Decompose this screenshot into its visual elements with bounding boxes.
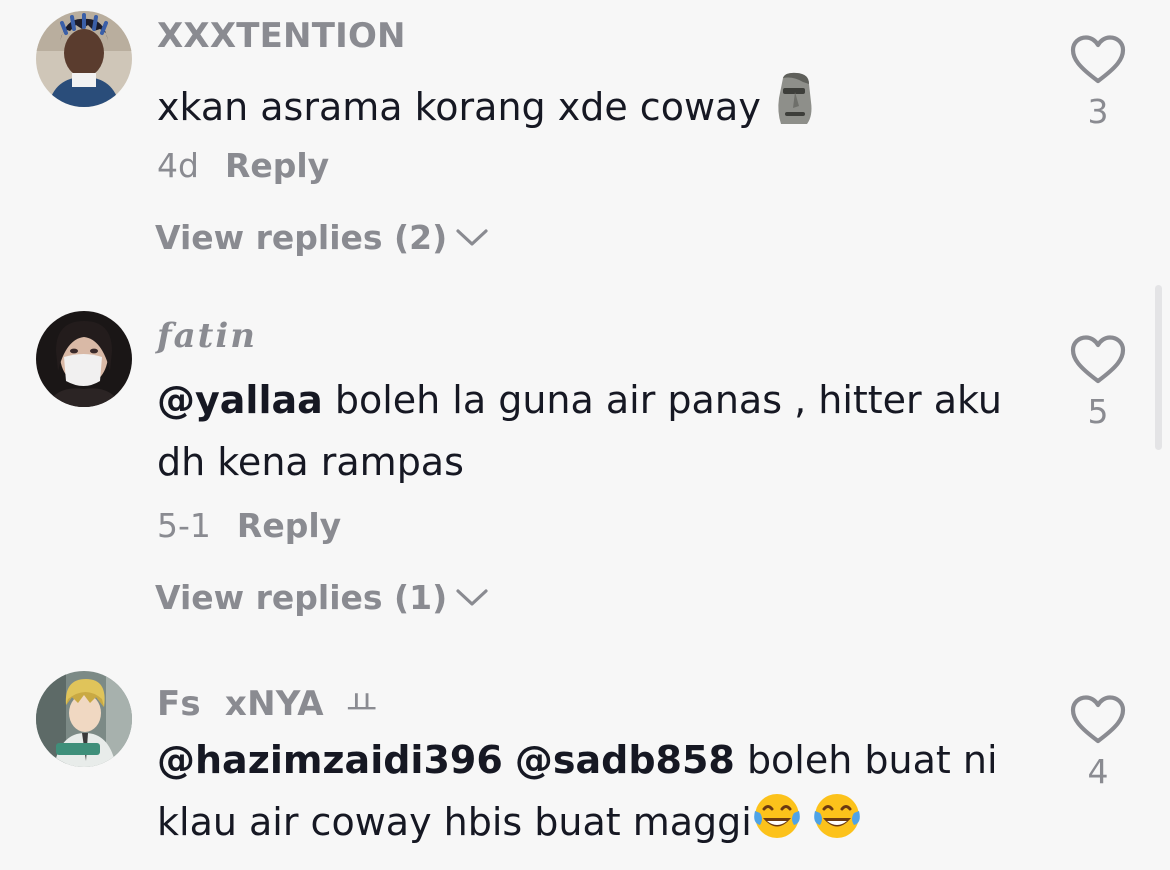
mention-link[interactable]: @yallaa — [157, 378, 323, 422]
avatar[interactable] — [36, 671, 132, 767]
mention-link[interactable]: @hazimzaidi396 — [157, 738, 503, 782]
mention-link[interactable]: @sadb858 — [515, 738, 735, 782]
comment-time: 5-1 — [157, 506, 211, 545]
scrollbar[interactable] — [1155, 285, 1162, 450]
like-button[interactable]: 3 — [1066, 34, 1130, 131]
comment-meta: 4d Reply — [157, 146, 329, 185]
avatar[interactable] — [36, 11, 132, 107]
heart-icon — [1070, 35, 1126, 84]
like-count: 3 — [1087, 92, 1109, 131]
heart-icon — [1070, 335, 1126, 384]
view-replies-button[interactable]: View replies (1) — [155, 578, 489, 617]
comment-text: xkan asrama korang xde coway — [157, 72, 1037, 144]
like-count: 5 — [1087, 392, 1109, 431]
avatar[interactable] — [36, 311, 132, 407]
comment-username[interactable]: XXXTENTION — [157, 16, 406, 56]
username-suffix: ㅛ — [345, 684, 378, 724]
comment-username[interactable]: fatin — [157, 316, 257, 356]
view-replies-label: View replies (2) — [155, 218, 448, 257]
reply-button[interactable]: Reply — [225, 146, 329, 185]
moai-icon — [773, 72, 815, 144]
username-label: Fs xNYA — [157, 684, 324, 724]
comment-text: @yallaa boleh la guna air panas , hitter… — [157, 369, 1037, 493]
like-button[interactable]: 4 — [1066, 694, 1130, 791]
heart-icon — [1070, 695, 1126, 744]
chevron-down-icon — [456, 588, 488, 606]
laughing-tears-icon — [752, 791, 864, 859]
reply-button[interactable]: Reply — [237, 506, 341, 545]
like-count: 4 — [1087, 752, 1109, 791]
view-replies-label: View replies (1) — [155, 578, 448, 617]
comment-body: xkan asrama korang xde coway — [157, 85, 761, 129]
like-button[interactable]: 5 — [1066, 334, 1130, 431]
comment-username[interactable]: Fs xNYA ㅛ — [157, 676, 377, 725]
view-replies-button[interactable]: View replies (2) — [155, 218, 489, 257]
comment-text: @hazimzaidi396 @sadb858 boleh buat ni kl… — [157, 729, 1037, 859]
comment-time: 4d — [157, 146, 199, 185]
chevron-down-icon — [456, 228, 488, 246]
comment-meta: 5-1 Reply — [157, 506, 341, 545]
